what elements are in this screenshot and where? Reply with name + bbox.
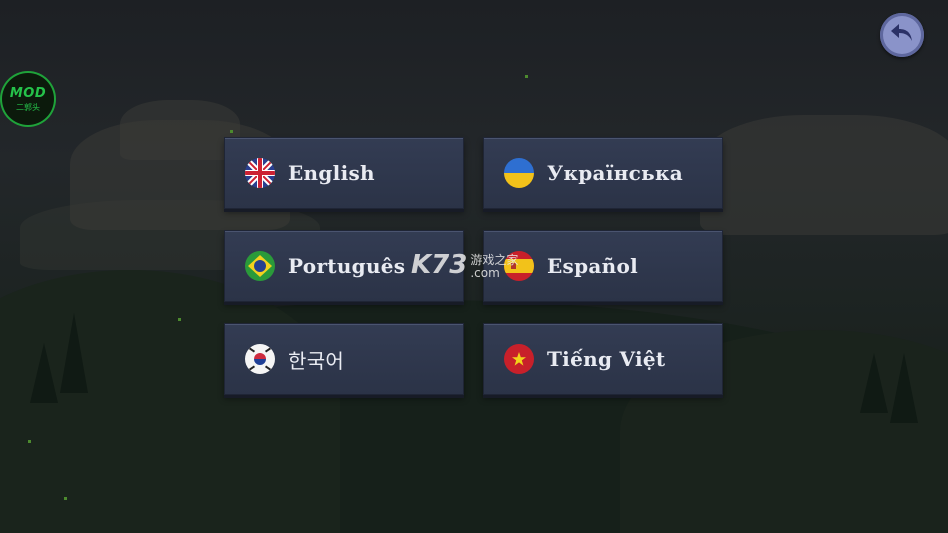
uk-flag-icon: [245, 158, 275, 188]
language-label: Português: [288, 254, 406, 278]
vietnam-flag-icon: [504, 344, 534, 374]
korea-flag-icon: [245, 344, 275, 374]
language-button-spanish[interactable]: Español: [483, 230, 723, 302]
undo-arrow-icon: [889, 22, 915, 48]
language-button-vietnamese[interactable]: Tiếng Việt: [483, 323, 723, 395]
language-button-english[interactable]: English: [224, 137, 464, 209]
language-button-ukrainian[interactable]: Українська: [483, 137, 723, 209]
mod-badge: MOD 二郭头: [2, 73, 54, 125]
language-label: Tiếng Việt: [547, 347, 666, 371]
watermark-logo: K73: [411, 250, 468, 280]
back-button[interactable]: [880, 13, 924, 57]
language-label: 한국어: [288, 348, 345, 373]
language-label: English: [288, 161, 375, 185]
language-button-korean[interactable]: 한국어: [224, 323, 464, 395]
brazil-flag-icon: [245, 251, 275, 281]
ukraine-flag-icon: [504, 158, 534, 188]
language-label: Українська: [547, 161, 684, 185]
language-label: Español: [547, 254, 639, 278]
watermark-domain: .com: [470, 266, 500, 280]
mod-badge-title: MOD: [9, 85, 47, 101]
site-watermark: K73 游戏之家 .com: [411, 250, 518, 280]
mod-badge-subtitle: 二郭头: [16, 102, 40, 112]
